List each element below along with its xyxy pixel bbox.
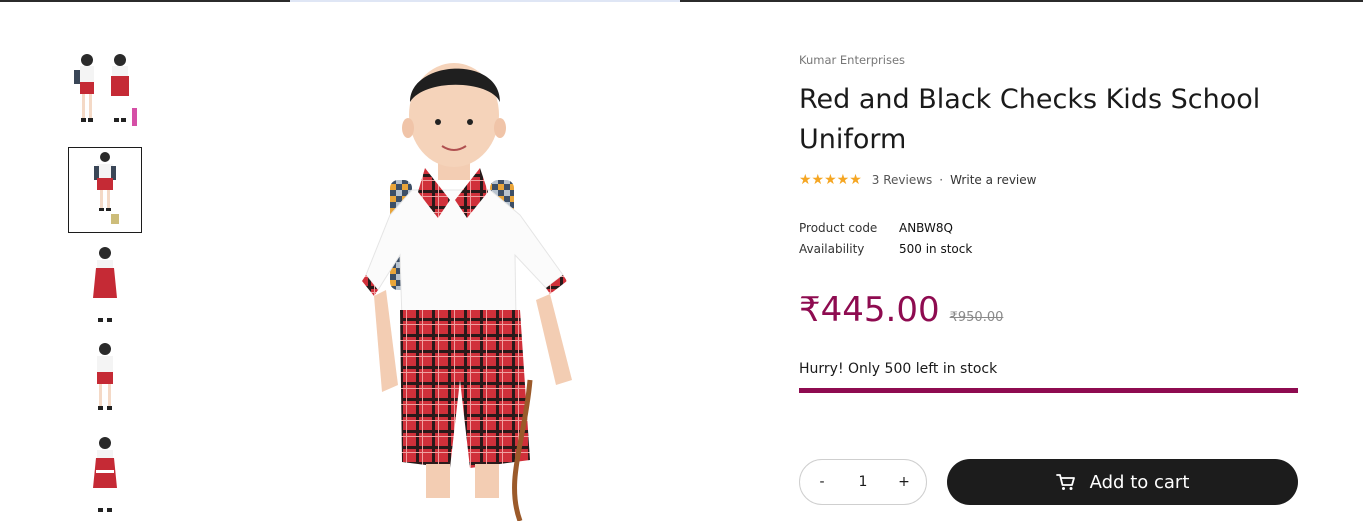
cart-icon bbox=[1055, 473, 1076, 491]
product-code-value: ANBW8Q bbox=[899, 221, 953, 235]
reviews-count[interactable]: 3 Reviews bbox=[872, 173, 933, 187]
add-to-cart-label: Add to cart bbox=[1089, 471, 1190, 493]
thumbnail-1[interactable] bbox=[68, 46, 142, 132]
availability-row: Availability 500 in stock bbox=[799, 242, 972, 256]
thumbnail-2[interactable] bbox=[68, 147, 142, 233]
thumbnail-3[interactable] bbox=[68, 242, 142, 328]
thumbnail-4[interactable] bbox=[68, 337, 142, 423]
vendor-name[interactable]: Kumar Enterprises bbox=[799, 53, 905, 67]
quantity-input[interactable]: 1 bbox=[859, 474, 868, 490]
rating-separator: · bbox=[939, 173, 944, 187]
main-product-image[interactable] bbox=[330, 40, 600, 521]
rating-row: ★★★★★ 3 Reviews · Write a review bbox=[799, 172, 1036, 188]
write-review-link[interactable]: Write a review bbox=[950, 173, 1036, 187]
quantity-increase-button[interactable]: + bbox=[896, 474, 912, 490]
quantity-stepper: - 1 + bbox=[799, 459, 927, 505]
price-row: ₹445.00 ₹950.00 bbox=[799, 290, 1003, 330]
product-code-row: Product code ANBW8Q bbox=[799, 221, 953, 235]
quantity-decrease-button[interactable]: - bbox=[814, 474, 830, 490]
product-title: Red and Black Checks Kids School Uniform bbox=[799, 84, 1261, 155]
product-code-label: Product code bbox=[799, 221, 878, 235]
sale-price: ₹445.00 bbox=[799, 290, 940, 330]
add-to-cart-button[interactable]: Add to cart bbox=[947, 459, 1298, 505]
availability-label: Availability bbox=[799, 242, 865, 256]
compare-price: ₹950.00 bbox=[949, 310, 1004, 325]
thumbnail-5[interactable] bbox=[68, 432, 142, 518]
stock-progress-fill bbox=[799, 388, 1298, 393]
star-rating-icon: ★★★★★ bbox=[799, 172, 862, 188]
stock-message: Hurry! Only 500 left in stock bbox=[799, 361, 998, 377]
stock-progress-bar bbox=[799, 388, 1298, 393]
availability-value: 500 in stock bbox=[899, 242, 973, 256]
top-strip bbox=[0, 0, 1363, 2]
